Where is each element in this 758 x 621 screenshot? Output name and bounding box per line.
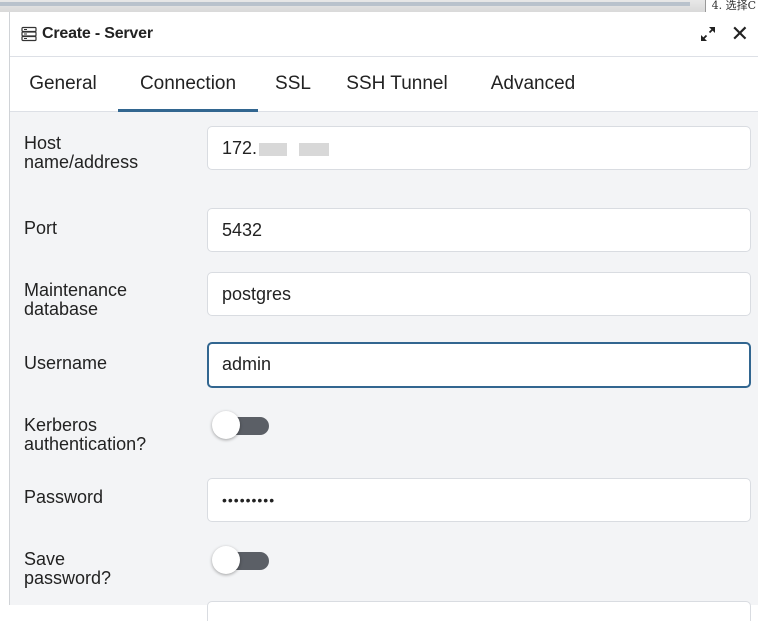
create-server-dialog: Create - Server ✕ General Connection SSL… <box>9 12 758 621</box>
host-redaction-2 <box>299 142 330 156</box>
save-password-toggle-thumb <box>212 546 240 574</box>
save-password-label-line2: password? <box>24 568 112 588</box>
save-password-label: Save password? <box>24 550 194 588</box>
kerberos-label: Kerberos authentication? <box>24 416 194 454</box>
connection-form: Host name/address 172. Port 5432 Mainten… <box>10 112 758 621</box>
password-input[interactable]: ••••••••• <box>207 478 751 522</box>
background-window-bar <box>0 2 690 6</box>
next-field-input-partial[interactable] <box>207 601 751 621</box>
host-input[interactable]: 172. <box>207 126 751 170</box>
host-redaction-gap <box>289 142 298 156</box>
dialog-titlebar: Create - Server ✕ <box>10 12 758 57</box>
host-label: Host name/address <box>24 134 194 172</box>
tab-general[interactable]: General <box>14 57 112 111</box>
port-input[interactable]: 5432 <box>207 208 751 252</box>
dialog-title: Create - Server <box>42 25 153 42</box>
server-icon <box>21 26 37 42</box>
save-password-toggle[interactable] <box>208 544 270 578</box>
expand-icon[interactable] <box>699 25 717 43</box>
host-redaction <box>259 142 288 156</box>
tab-ssh-tunnel[interactable]: SSH Tunnel <box>328 57 466 111</box>
tab-connection[interactable]: Connection <box>118 57 258 112</box>
maintenance-db-input[interactable]: postgres <box>207 272 751 316</box>
kerberos-toggle[interactable] <box>208 409 270 443</box>
tab-bar: General Connection SSL SSH Tunnel Advanc… <box>10 57 758 112</box>
host-label-line1: Host <box>24 133 62 153</box>
host-value: 172. <box>222 138 258 158</box>
save-password-label-line1: Save <box>24 549 66 569</box>
maintenance-db-label: Maintenance database <box>24 281 194 319</box>
port-label: Port <box>24 218 58 238</box>
password-label: Password <box>24 487 104 507</box>
tab-ssl[interactable]: SSL <box>260 57 326 111</box>
kerberos-toggle-thumb <box>212 411 240 439</box>
username-input[interactable]: admin <box>207 342 751 388</box>
kerberos-label-line1: Kerberos <box>24 415 98 435</box>
maintenance-db-label-line2: database <box>24 299 99 319</box>
close-icon[interactable]: ✕ <box>731 23 749 45</box>
background-window-strip: 4. 选择C <box>0 0 758 13</box>
username-label: Username <box>24 353 108 373</box>
tab-advanced[interactable]: Advanced <box>472 57 594 111</box>
maintenance-db-label-line1: Maintenance <box>24 280 128 300</box>
kerberos-label-line2: authentication? <box>24 434 147 454</box>
host-label-line2: name/address <box>24 152 139 172</box>
